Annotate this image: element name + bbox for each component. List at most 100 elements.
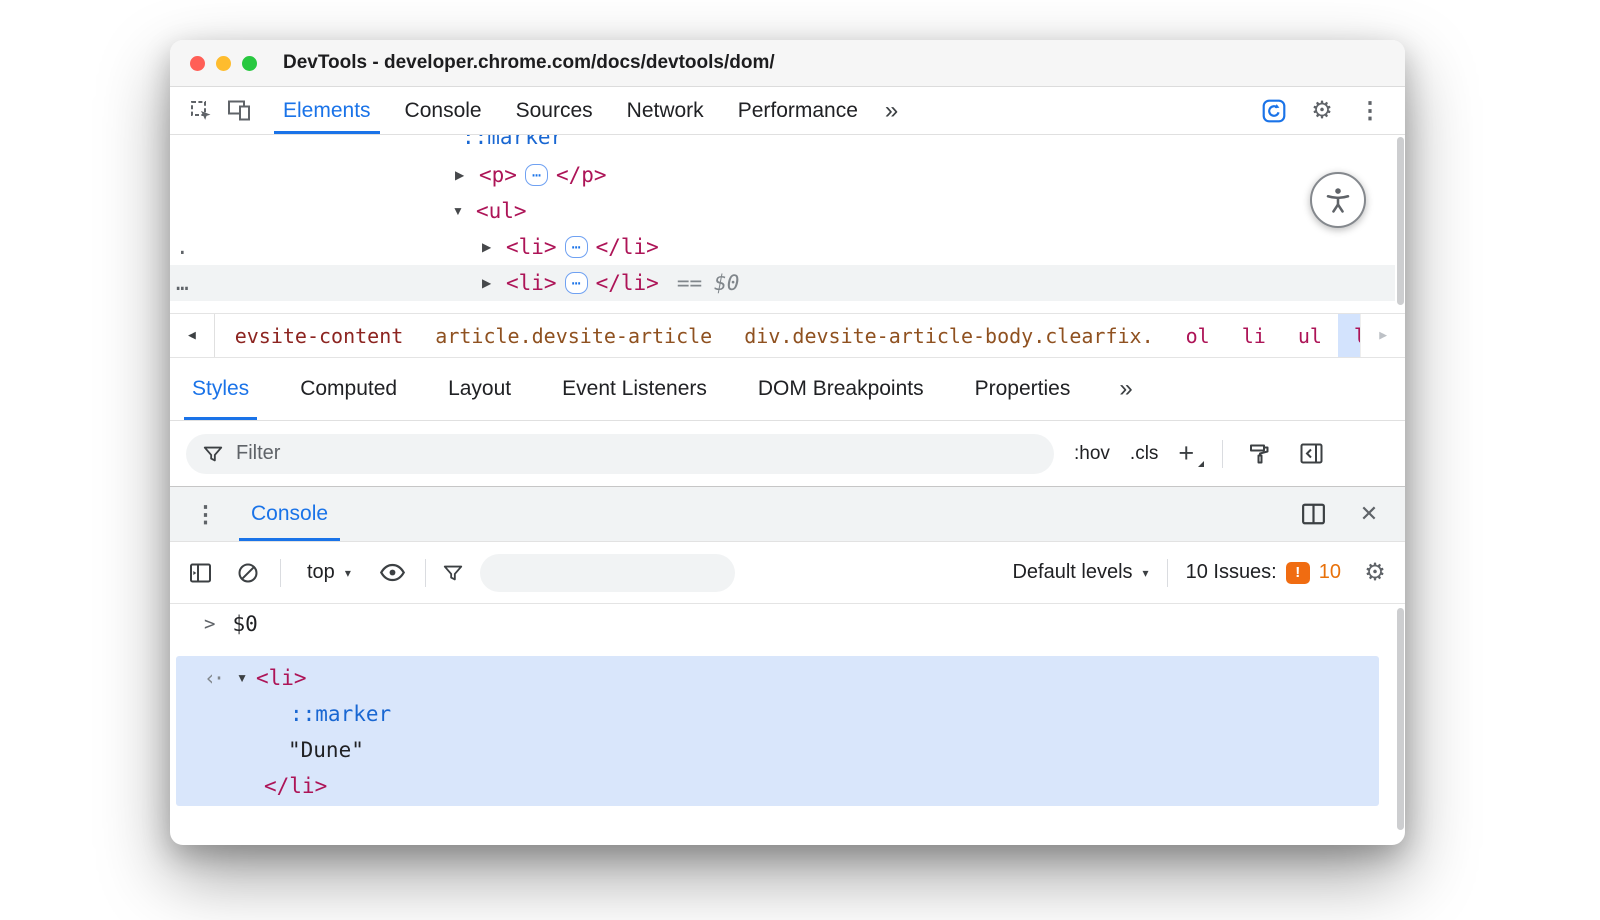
console-filter-funnel-icon[interactable]	[442, 562, 464, 584]
console-scrollbar[interactable]	[1395, 604, 1405, 845]
paint-format-icon[interactable]	[1243, 438, 1275, 470]
breadcrumb-item-li[interactable]: li	[1226, 314, 1282, 357]
tab-event-listeners[interactable]: Event Listeners	[560, 358, 709, 420]
replay-recorder-icon[interactable]	[1255, 98, 1293, 124]
eye-icon[interactable]	[377, 557, 409, 589]
collapse-arrow-icon[interactable]: ▼	[452, 204, 476, 218]
issues-badge-icon: !	[1286, 562, 1310, 584]
tree-node-p[interactable]: ▶ <p> ⋯ </p>	[455, 157, 607, 193]
breadcrumb-item-li-selected[interactable]: li	[1338, 314, 1360, 357]
console-toolbar: top ▾ Default levels ▾ 10 Issues: !	[170, 542, 1405, 604]
console-drawer-header: ⋮ Console ✕	[170, 486, 1405, 542]
breadcrumb-item-article[interactable]: article.devsite-article	[419, 314, 728, 357]
window-title: DevTools - developer.chrome.com/docs/dev…	[283, 52, 775, 74]
styles-filter-input[interactable]	[236, 442, 1038, 465]
panel-tabs: Elements Console Sources Network Perform…	[266, 87, 908, 134]
tab-network[interactable]: Network	[610, 87, 721, 134]
zoom-window-button[interactable]	[242, 56, 257, 71]
expand-arrow-icon[interactable]: ▶	[482, 240, 506, 254]
styles-filter-field[interactable]	[186, 434, 1054, 474]
inspect-element-icon[interactable]	[182, 87, 220, 134]
settings-gear-icon[interactable]: ⚙	[1303, 99, 1341, 123]
device-toolbar-icon[interactable]	[220, 87, 258, 134]
console-sidebar-icon[interactable]	[184, 557, 216, 589]
tab-computed[interactable]: Computed	[298, 358, 399, 420]
tab-console[interactable]: Console	[388, 87, 499, 134]
breadcrumb-forward-button[interactable]: ▶	[1360, 314, 1405, 357]
divider	[280, 559, 281, 587]
filter-funnel-icon	[202, 443, 224, 465]
open-tag: <ul>	[476, 199, 527, 223]
breadcrumb-item-ol[interactable]: ol	[1170, 314, 1226, 357]
split-panel-icon[interactable]	[1297, 498, 1329, 530]
open-tag: <li>	[506, 235, 557, 259]
console-filter-input[interactable]	[494, 562, 739, 584]
tree-node-marker-clipped[interactable]: ::marker	[462, 135, 563, 155]
scrollbar-thumb[interactable]	[1397, 137, 1404, 305]
kebab-glyph: ⋮	[194, 501, 217, 528]
tab-elements-label: Elements	[283, 99, 371, 123]
drawer-actions: ✕	[1297, 487, 1393, 541]
tab-sources[interactable]: Sources	[499, 87, 610, 134]
collapse-arrow-icon[interactable]: ▼	[236, 671, 248, 685]
accessibility-overlay-button[interactable]	[1310, 172, 1366, 228]
breadcrumb-list: evsite-content article.devsite-article d…	[215, 314, 1361, 357]
close-drawer-icon[interactable]: ✕	[1353, 498, 1385, 530]
toggle-sidebar-icon[interactable]	[1295, 438, 1327, 470]
window-controls	[190, 56, 257, 71]
execution-context-selector[interactable]: top ▾	[297, 561, 361, 584]
expand-arrow-icon[interactable]: ▶	[455, 168, 479, 182]
console-filter-field[interactable]	[480, 554, 735, 592]
issues-counter[interactable]: 10 Issues: ! 10	[1186, 561, 1341, 584]
minimize-window-button[interactable]	[216, 56, 231, 71]
window-titlebar: DevTools - developer.chrome.com/docs/dev…	[170, 40, 1405, 87]
tab-layout[interactable]: Layout	[446, 358, 513, 420]
close-glyph: ✕	[1360, 501, 1378, 527]
console-settings-icon[interactable]: ⚙	[1359, 557, 1391, 589]
tab-network-label: Network	[627, 99, 704, 123]
log-levels-dropdown[interactable]: Default levels ▾	[1012, 561, 1148, 584]
breadcrumb-item-devsite-content[interactable]: evsite-content	[219, 314, 420, 357]
drawer-menu-icon[interactable]: ⋮	[182, 487, 229, 541]
tab-performance[interactable]: Performance	[721, 87, 875, 134]
tab-dom-breakpoints[interactable]: DOM Breakpoints	[756, 358, 926, 420]
toggle-hover-state-button[interactable]: :hov	[1074, 443, 1110, 465]
dollar-zero-ref: $0	[714, 271, 739, 295]
inline-expand-button[interactable]: ⋯	[525, 164, 548, 186]
dom-tree-scrollbar[interactable]	[1395, 135, 1405, 313]
close-tag: </p>	[556, 163, 607, 187]
tab-console-label: Console	[405, 99, 482, 123]
tree-node-li-1[interactable]: ▶ <li> ⋯ </li>	[482, 229, 659, 265]
more-options-icon[interactable]: ⋮	[1351, 97, 1389, 124]
breadcrumb-item-ul[interactable]: ul	[1282, 314, 1338, 357]
drawer-tab-console[interactable]: Console	[229, 487, 350, 541]
inline-expand-button[interactable]: ⋯	[565, 236, 588, 258]
text-node-value: "Dune"	[288, 738, 364, 762]
breadcrumb-back-button[interactable]: ◀	[170, 314, 215, 357]
clear-console-icon[interactable]	[232, 557, 264, 589]
tab-properties[interactable]: Properties	[973, 358, 1073, 420]
toggle-class-button[interactable]: .cls	[1130, 443, 1159, 465]
console-result-highlighted[interactable]: ‹· ▼ <li> ::marker "Dune" </li>	[176, 656, 1379, 806]
open-tag: <p>	[479, 163, 517, 187]
more-tabs-icon[interactable]: »	[875, 87, 908, 134]
scrollbar-thumb[interactable]	[1397, 608, 1404, 830]
tree-node-li-selected[interactable]: … ▶ <li> ⋯ </li> == $0	[170, 265, 1395, 301]
tree-node-ul[interactable]: ▼ <ul>	[452, 193, 527, 229]
new-style-rule-button[interactable]: +	[1178, 440, 1202, 467]
inline-expand-button[interactable]: ⋯	[565, 272, 588, 294]
return-value-icon: ‹·	[204, 666, 222, 690]
tab-sources-label: Sources	[516, 99, 593, 123]
tab-styles[interactable]: Styles	[190, 358, 251, 420]
tab-elements[interactable]: Elements	[266, 87, 388, 134]
breadcrumb-item-div[interactable]: div.devsite-article-body.clearfix.	[728, 314, 1169, 357]
expand-arrow-icon[interactable]: ▶	[482, 276, 506, 290]
divider	[1167, 559, 1168, 587]
open-tag: <li>	[256, 666, 307, 690]
close-window-button[interactable]	[190, 56, 205, 71]
more-sidebar-tabs-icon[interactable]: »	[1119, 358, 1132, 420]
chevron-down-icon: ▾	[345, 566, 351, 580]
close-tag: </li>	[596, 235, 659, 259]
clipped-text-artifact: .	[176, 229, 189, 265]
console-command-text: $0	[232, 612, 257, 636]
